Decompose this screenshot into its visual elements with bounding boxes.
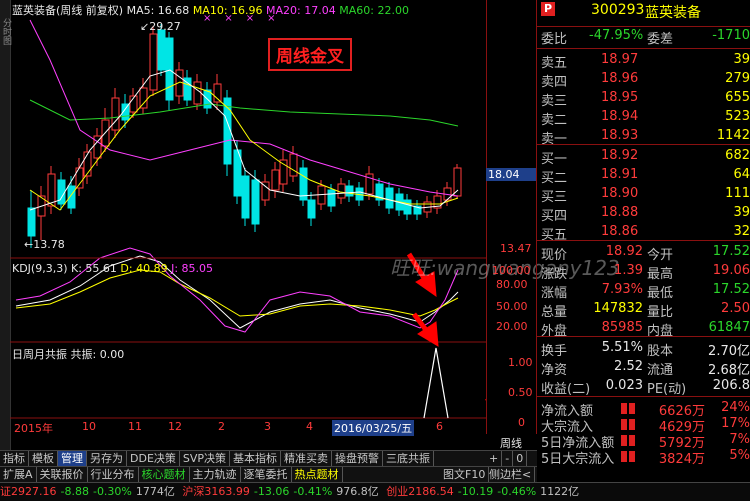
- info-tabs: 扩展A 关联报价 行业分布 核心题材 主力轨迹 逐笔委托 热点题材 图文F10 侧边栏<: [0, 466, 537, 483]
- tab-dde[interactable]: DDE决策: [127, 451, 180, 466]
- tab-core[interactable]: 核心题材: [139, 467, 190, 482]
- tab-template[interactable]: 模板: [29, 451, 58, 466]
- candlestick: [453, 167, 462, 197]
- stock-name-panel: 蓝英装备: [645, 5, 701, 21]
- stat-row: 涨跌 1.39 最高 19.06: [541, 263, 750, 282]
- kdj-tick: 80.00: [496, 278, 528, 291]
- p-icon[interactable]: P: [541, 2, 555, 16]
- res-tick: 0.50: [508, 386, 533, 399]
- bid-row: 买二 18.91 64: [541, 167, 750, 186]
- stat2-row: 净资 2.52 流通 2.68亿: [541, 359, 750, 378]
- candlestick: [193, 81, 202, 105]
- bid-row: 买一 18.92 682: [541, 148, 750, 167]
- bid-row: 买四 18.88 39: [541, 205, 750, 224]
- kline-chart-area[interactable]: 蓝英装备(周线 前复权) MA5: 16.68 MA10: 16.96 MA20…: [10, 0, 620, 436]
- tab-alert[interactable]: 操盘预警: [332, 451, 384, 466]
- ask-row: 卖四 18.96 279: [541, 71, 750, 90]
- candlestick: [149, 33, 158, 91]
- reset-button[interactable]: 0: [513, 451, 528, 466]
- tab-save-as[interactable]: 另存为: [87, 451, 127, 466]
- tab-manage[interactable]: 管理: [58, 451, 87, 466]
- axis-min-label: 13.47: [500, 242, 532, 255]
- candlestick: [157, 29, 166, 71]
- tab-extend[interactable]: 扩展A: [0, 467, 37, 482]
- low-price-label: ←13.78: [24, 238, 65, 251]
- zoom-out-button[interactable]: -: [502, 451, 514, 466]
- resonance-spike: [423, 347, 449, 419]
- tab-triple[interactable]: 三底共振: [383, 451, 435, 466]
- zoom-controls: + -0: [486, 450, 537, 467]
- candlestick: [139, 87, 148, 109]
- timeline: 2015年 10 11 12 2 3 4 2016/03/25/五 6: [14, 420, 443, 436]
- resonance-legend: 日周月共振 共振: 0.00: [12, 348, 125, 361]
- candlestick: [271, 169, 280, 191]
- tab-f10[interactable]: 图文F10: [440, 467, 490, 482]
- stock-code: 300293: [591, 2, 645, 18]
- candlestick: [307, 199, 316, 219]
- tab-main-force[interactable]: 主力轨迹: [190, 467, 241, 482]
- res-tick: 1.00: [508, 356, 533, 369]
- current-price-tag: 18.04: [486, 168, 536, 181]
- kline-svg: [10, 19, 486, 419]
- stat2-row: 换手 5.51% 股本 2.70亿: [541, 340, 750, 359]
- tab-sidebar[interactable]: 侧边栏<: [486, 467, 536, 482]
- kdj-tick: 100.00: [492, 264, 531, 277]
- candlestick: [289, 153, 298, 177]
- candlestick: [385, 187, 394, 209]
- high-price-label: ↙29.27: [140, 20, 181, 33]
- candlestick: [327, 189, 336, 207]
- candlestick: [47, 173, 56, 207]
- tab-orders[interactable]: 逐笔委托: [241, 467, 292, 482]
- stat-row: 涨幅 7.93% 最低 17.52: [541, 282, 750, 301]
- stat-row: 现价 18.92 今开 17.52: [541, 244, 750, 263]
- tab-related[interactable]: 关联报价: [37, 467, 88, 482]
- candlestick: [241, 175, 250, 219]
- index-status-bar: 证2927.16 -8.88 -0.30% 1774亿 沪深3163.99 -13.06…: [0, 482, 750, 501]
- quote-header: P 300293 蓝英装备: [537, 2, 750, 21]
- tab-svp[interactable]: SVP决策: [180, 451, 231, 466]
- flow-row: 5日大宗流入 3824万 5%: [541, 448, 750, 467]
- period-button[interactable]: 周线: [500, 435, 522, 451]
- tab-industry[interactable]: 行业分布: [88, 467, 139, 482]
- candlestick: [165, 37, 174, 101]
- candlestick: [27, 207, 36, 237]
- res-tick: 0: [518, 416, 525, 429]
- candlestick: [403, 199, 412, 215]
- candlestick: [337, 183, 346, 199]
- kdj-tick: 20.00: [496, 320, 528, 333]
- tab-indicator[interactable]: 指标: [0, 451, 29, 466]
- price-axis: 18.04 13.47 100.00 80.00 50.00 20.00 1.0…: [486, 0, 537, 450]
- stat2-row: 收益(二) 0.023 PE(动) 206.8: [541, 378, 750, 397]
- kdj-tick: 50.00: [496, 300, 528, 313]
- tab-trade[interactable]: 精准买卖: [281, 451, 333, 466]
- candlestick: [345, 185, 354, 197]
- indicator-tabs: 指标 模板 管理 另存为 DDE决策 SVP决策 基本指标 精准买卖 操盘预警 三底共振: [0, 450, 537, 467]
- zoom-in-button[interactable]: +: [486, 451, 503, 466]
- ma60-line: [29, 99, 459, 127]
- candlestick: [251, 179, 260, 225]
- quote-panel: P 300293 蓝英装备 委比 -47.95% 委差 -1710 卖五 18.…: [537, 0, 750, 467]
- ask-row: 卖五 18.97 39: [541, 52, 750, 71]
- bid-row: 买三 18.90 111: [541, 186, 750, 205]
- tab-hot[interactable]: 热点题材: [292, 467, 343, 482]
- candlestick: [83, 151, 92, 177]
- order-ratio-row: 委比 -47.95% 委差 -1710: [541, 28, 750, 47]
- arrow-icon: [412, 312, 439, 347]
- candlestick: [67, 185, 76, 209]
- stat-row: 总量 147832 量比 2.50: [541, 301, 750, 320]
- tab-basic[interactable]: 基本指标: [230, 451, 282, 466]
- ask-row: 卖二 18.94 523: [541, 109, 750, 128]
- ask-row: 卖三 18.95 655: [541, 90, 750, 109]
- candlestick: [111, 97, 120, 131]
- kdj-legend: KDJ(9,3,3) K: 55.61 D: 40.89 J: 85.05: [12, 262, 214, 275]
- timeline-cursor-date: 2016/03/25/五: [332, 420, 415, 436]
